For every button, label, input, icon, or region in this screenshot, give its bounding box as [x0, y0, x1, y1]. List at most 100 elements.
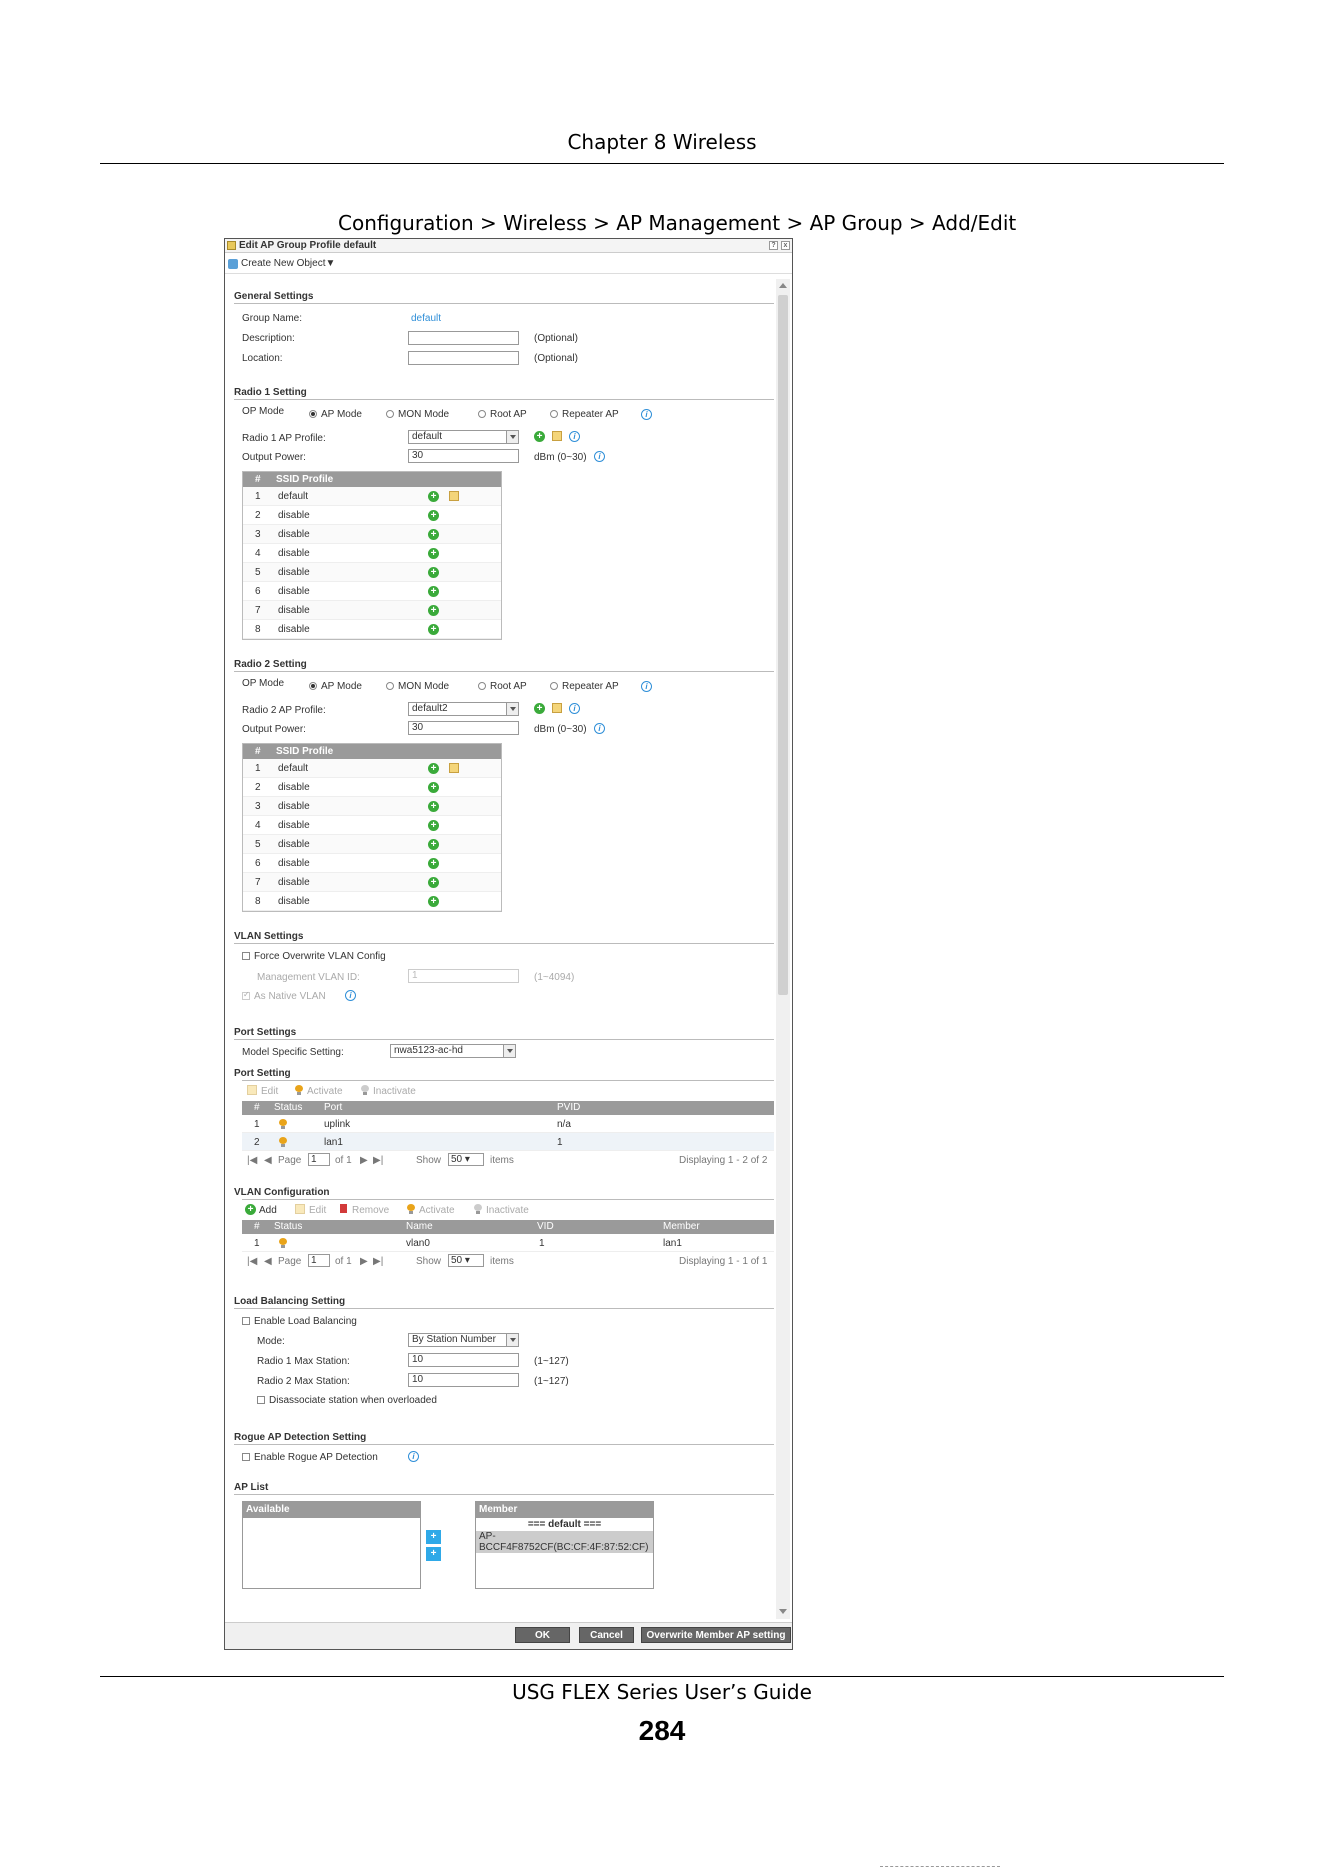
cancel-button[interactable]: Cancel [579, 1627, 634, 1643]
vlan-inactivate-button[interactable]: Inactivate [486, 1205, 529, 1216]
vlan-activate-button[interactable]: Activate [419, 1205, 455, 1216]
edit-icon[interactable] [552, 703, 562, 713]
info-icon[interactable]: i [594, 723, 605, 734]
add-icon[interactable]: + [428, 510, 439, 521]
next-page-icon[interactable]: ▶ [360, 1256, 368, 1267]
radio1-power-input[interactable]: 30 [408, 449, 519, 463]
port-inactivate-button[interactable]: Inactivate [373, 1086, 416, 1097]
r2-max-input[interactable]: 10 [408, 1373, 519, 1387]
add-icon[interactable]: + [428, 567, 439, 578]
add-icon[interactable]: + [428, 877, 439, 888]
table-row[interactable]: 2 lan1 1 [242, 1133, 774, 1151]
table-row[interactable]: 3 disable + [243, 525, 501, 544]
radio1-repeater-ap-radio[interactable] [550, 410, 558, 418]
table-row[interactable]: 1 default + [243, 487, 501, 506]
r1-max-input[interactable]: 10 [408, 1353, 519, 1367]
create-new-object-button[interactable]: Create New Object▼ [241, 258, 335, 269]
table-row[interactable]: 4 disable + [243, 816, 501, 835]
available-ap-list[interactable]: Available [242, 1501, 421, 1589]
radio1-profile-select[interactable]: default [408, 430, 519, 444]
remove-from-member-button[interactable]: + [426, 1547, 441, 1561]
add-icon[interactable]: + [428, 529, 439, 540]
radio2-root-ap-radio[interactable] [478, 682, 486, 690]
info-icon[interactable]: i [641, 681, 652, 692]
disassociate-checkbox[interactable] [257, 1396, 265, 1404]
radio1-ap-mode-radio[interactable] [309, 410, 317, 418]
add-icon[interactable]: + [428, 820, 439, 831]
table-row[interactable]: 7 disable + [243, 873, 501, 892]
pager-show-select[interactable]: 50 ▾ [448, 1153, 484, 1166]
info-icon[interactable]: i [641, 409, 652, 420]
add-icon[interactable]: + [428, 782, 439, 793]
add-icon[interactable]: + [428, 801, 439, 812]
table-row[interactable]: 2 disable + [243, 506, 501, 525]
info-icon[interactable]: i [345, 990, 356, 1001]
radio2-mon-mode-radio[interactable] [386, 682, 394, 690]
table-row[interactable]: 1 vlan0 1 lan1 [242, 1234, 774, 1252]
table-row[interactable]: 6 disable + [243, 854, 501, 873]
add-icon[interactable]: + [428, 763, 439, 774]
add-to-member-button[interactable]: + [426, 1530, 441, 1544]
pager-show-select[interactable]: 50 ▾ [448, 1254, 484, 1267]
ok-button[interactable]: OK [515, 1627, 570, 1643]
first-page-icon[interactable]: |◀ [247, 1155, 257, 1166]
edit-icon[interactable] [449, 763, 459, 773]
add-icon[interactable]: + [534, 703, 545, 714]
mgmt-vlan-input[interactable]: 1 [408, 969, 519, 983]
scroll-down-icon[interactable] [779, 1609, 787, 1614]
add-icon[interactable]: + [428, 586, 439, 597]
vlan-edit-button[interactable]: Edit [309, 1205, 326, 1216]
radio1-mon-mode-radio[interactable] [386, 410, 394, 418]
lb-mode-select[interactable]: By Station Number [408, 1333, 519, 1347]
table-row[interactable]: 3 disable + [243, 797, 501, 816]
table-row[interactable]: 8 disable + [243, 620, 501, 639]
next-page-icon[interactable]: ▶ [360, 1155, 368, 1166]
location-input[interactable] [408, 351, 519, 365]
info-icon[interactable]: i [594, 451, 605, 462]
model-specific-select[interactable]: nwa5123-ac-hd [390, 1044, 516, 1058]
add-icon[interactable]: + [428, 605, 439, 616]
add-icon[interactable]: + [428, 548, 439, 559]
overwrite-member-button[interactable]: Overwrite Member AP setting [641, 1627, 791, 1643]
table-row[interactable]: 5 disable + [243, 835, 501, 854]
prev-page-icon[interactable]: ◀ [264, 1256, 272, 1267]
enable-lb-checkbox[interactable] [242, 1317, 250, 1325]
close-button[interactable]: x [781, 241, 790, 250]
port-activate-button[interactable]: Activate [307, 1086, 343, 1097]
table-row[interactable]: 5 disable + [243, 563, 501, 582]
radio2-profile-select[interactable]: default2 [408, 702, 519, 716]
native-vlan-checkbox[interactable] [242, 990, 250, 1000]
info-icon[interactable]: i [569, 431, 580, 442]
table-row[interactable]: 8 disable + [243, 892, 501, 911]
edit-icon[interactable] [552, 431, 562, 441]
scroll-up-icon[interactable] [779, 283, 787, 288]
pager-page-input[interactable]: 1 [308, 1153, 330, 1166]
table-row[interactable]: 7 disable + [243, 601, 501, 620]
dialog-scrollbar[interactable] [776, 279, 790, 1619]
pager-page-input[interactable]: 1 [308, 1254, 330, 1267]
scroll-thumb[interactable] [778, 295, 788, 995]
add-icon[interactable]: + [428, 858, 439, 869]
add-icon[interactable]: + [428, 491, 439, 502]
radio2-ap-mode-radio[interactable] [309, 682, 317, 690]
edit-icon[interactable] [449, 491, 459, 501]
info-icon[interactable]: i [569, 703, 580, 714]
radio1-root-ap-radio[interactable] [478, 410, 486, 418]
vlan-add-button[interactable]: Add [259, 1205, 277, 1216]
prev-page-icon[interactable]: ◀ [264, 1155, 272, 1166]
add-icon[interactable]: + [428, 896, 439, 907]
enable-rogue-checkbox[interactable] [242, 1453, 250, 1461]
description-input[interactable] [408, 331, 519, 345]
table-row[interactable]: 1 uplink n/a [242, 1115, 774, 1133]
radio2-power-input[interactable]: 30 [408, 721, 519, 735]
add-icon[interactable]: + [534, 431, 545, 442]
first-page-icon[interactable]: |◀ [247, 1256, 257, 1267]
last-page-icon[interactable]: ▶| [373, 1155, 383, 1166]
member-ap-list[interactable]: Member === default === AP- BCCF4F8752CF(… [475, 1501, 654, 1589]
help-button[interactable]: ? [769, 241, 778, 250]
table-row[interactable]: 2 disable + [243, 778, 501, 797]
table-row[interactable]: 1 default + [243, 759, 501, 778]
port-edit-button[interactable]: Edit [261, 1086, 278, 1097]
table-row[interactable]: 6 disable + [243, 582, 501, 601]
add-icon[interactable]: + [428, 624, 439, 635]
